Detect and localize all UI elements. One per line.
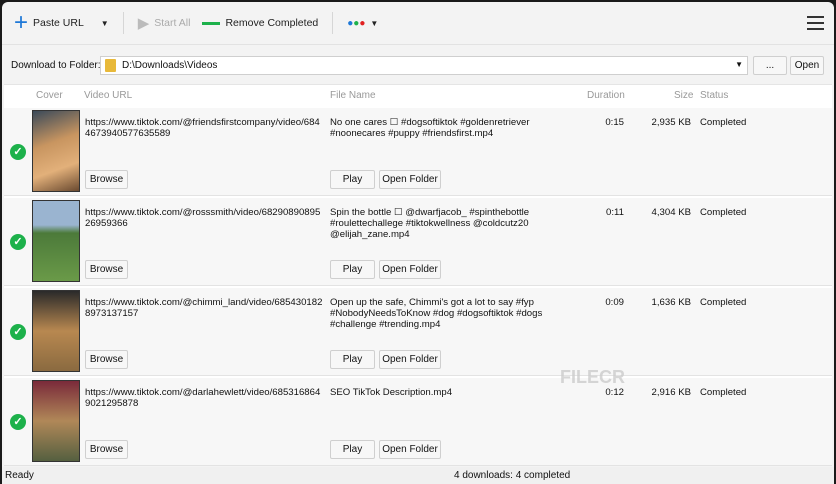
open-folder-button[interactable]: Open Folder <box>379 440 441 459</box>
play-button[interactable]: Play <box>330 350 375 369</box>
folder-bar: Download to Folder: D:\Downloads\Videos … <box>2 54 834 78</box>
play-button[interactable]: Play <box>330 440 375 459</box>
hamburger-menu-icon[interactable] <box>807 16 824 30</box>
column-status[interactable]: Status <box>700 90 728 101</box>
app-window: + Paste URL ▼ ▶ Start All Remove Complet… <box>2 2 834 484</box>
download-row[interactable]: ✓ https://www.tiktok.com/@chimmi_land/vi… <box>4 288 832 376</box>
check-circle-icon: ✓ <box>10 414 26 430</box>
check-circle-icon: ✓ <box>10 234 26 250</box>
downloads-list: Cover Video URL File Name Duration Size … <box>4 84 832 466</box>
column-duration[interactable]: Duration <box>587 90 625 101</box>
download-row[interactable]: ✓ https://www.tiktok.com/@friendsfirstco… <box>4 108 832 196</box>
open-folder-button[interactable]: Open Folder <box>379 170 441 189</box>
file-name: SEO TikTok Description.mp4 <box>330 387 453 398</box>
toolbar: + Paste URL ▼ ▶ Start All Remove Complet… <box>2 2 834 45</box>
video-url: https://www.tiktok.com/@rosssmith/video/… <box>85 207 321 229</box>
column-cover[interactable]: Cover <box>36 90 63 101</box>
browse-button[interactable]: Browse <box>85 350 128 369</box>
start-all-label: Start All <box>154 17 191 29</box>
size: 2,916 KB <box>651 387 691 398</box>
status: Completed <box>700 207 747 218</box>
status: Completed <box>700 387 747 398</box>
play-button[interactable]: Play <box>330 260 375 279</box>
cover-thumbnail <box>32 110 80 192</box>
separator <box>332 12 334 34</box>
column-size[interactable]: Size <box>674 90 693 101</box>
cover-thumbnail <box>32 200 80 282</box>
duration: 0:09 <box>605 297 624 308</box>
folder-icon <box>105 59 116 72</box>
list-header: Cover Video URL File Name Duration Size … <box>4 85 832 106</box>
status-bar: Ready 4 downloads: 4 completed <box>2 467 834 484</box>
dots-icon: ●●● <box>347 17 366 29</box>
folder-label: Download to Folder: <box>11 60 101 71</box>
folder-path-select[interactable]: D:\Downloads\Videos ▼ <box>100 56 748 75</box>
remove-completed-label: Remove Completed <box>225 17 319 29</box>
separator <box>122 12 124 34</box>
open-folder-button[interactable]: Open Folder <box>379 350 441 369</box>
folder-path: D:\Downloads\Videos <box>122 60 218 71</box>
plus-icon: + <box>14 9 29 36</box>
size: 4,304 KB <box>651 207 691 218</box>
video-url: https://www.tiktok.com/@friendsfirstcomp… <box>85 117 320 139</box>
browse-folder-button[interactable]: ... <box>753 56 787 75</box>
size: 1,636 KB <box>651 297 691 308</box>
file-name: Spin the bottle ☐ @dwarfjacob_ #spintheb… <box>330 207 530 240</box>
video-url: https://www.tiktok.com/@darlahewlett/vid… <box>85 387 321 409</box>
column-video-url[interactable]: Video URL <box>84 90 132 101</box>
column-file-name[interactable]: File Name <box>330 90 376 101</box>
check-circle-icon: ✓ <box>10 144 26 160</box>
video-url: https://www.tiktok.com/@chimmi_land/vide… <box>85 297 323 319</box>
download-row[interactable]: ✓ https://www.tiktok.com/@rosssmith/vide… <box>4 198 832 286</box>
remove-completed-button[interactable]: Remove Completed <box>202 17 318 29</box>
status-left: Ready <box>5 470 34 481</box>
minus-icon <box>202 21 221 25</box>
duration: 0:11 <box>606 207 624 218</box>
file-name: No one cares ☐ #dogsoftiktok #goldenretr… <box>330 117 530 139</box>
cover-thumbnail <box>32 380 80 462</box>
check-circle-icon: ✓ <box>10 324 26 340</box>
chevron-down-icon[interactable]: ▼ <box>101 19 109 28</box>
start-all-button[interactable]: ▶ Start All <box>138 14 191 32</box>
browse-button[interactable]: Browse <box>85 260 128 279</box>
status-summary: 4 downloads: 4 completed <box>454 470 571 481</box>
size: 2,935 KB <box>651 117 691 128</box>
status: Completed <box>700 117 747 128</box>
duration: 0:15 <box>605 117 624 128</box>
cover-thumbnail <box>32 290 80 372</box>
duration: 0:12 <box>605 387 624 398</box>
browse-button[interactable]: Browse <box>85 170 128 189</box>
open-folder-button[interactable]: Open Folder <box>379 260 441 279</box>
download-row[interactable]: ✓ https://www.tiktok.com/@darlahewlett/v… <box>4 378 832 466</box>
play-icon: ▶ <box>137 15 150 32</box>
file-name: Open up the safe, Chimmi's got a lot to … <box>330 297 543 330</box>
browse-button[interactable]: Browse <box>85 440 128 459</box>
chevron-down-icon: ▼ <box>370 18 379 28</box>
play-button[interactable]: Play <box>330 170 375 189</box>
paste-url-button[interactable]: + Paste URL ▼ <box>14 9 109 36</box>
paste-url-label: Paste URL <box>33 17 84 29</box>
status: Completed <box>700 297 747 308</box>
chevron-down-icon: ▼ <box>735 60 743 69</box>
open-folder-button[interactable]: Open <box>790 56 824 75</box>
color-options-button[interactable]: ●●● ▼ <box>347 18 378 29</box>
